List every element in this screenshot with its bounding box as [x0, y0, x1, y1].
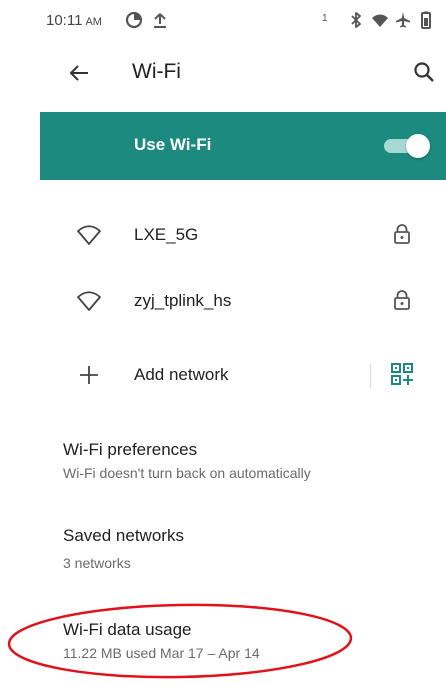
row-divider	[370, 364, 371, 388]
notification-count-badge: 1	[322, 13, 328, 24]
network-item[interactable]: LXE_5G	[40, 202, 446, 268]
data-saver-icon	[125, 11, 143, 29]
plus-icon	[80, 366, 98, 384]
pref-title: Saved networks	[63, 526, 184, 545]
wifi-settings-screen: 10:11 AM 1 Wi-Fi Use Wi-Fi LXE_5G zyj_tp…	[0, 0, 446, 684]
pref-summary: Wi-Fi doesn't turn back on automatically	[63, 465, 311, 481]
back-arrow-icon[interactable]	[62, 56, 96, 90]
status-ampm: AM	[85, 16, 102, 28]
airplane-icon	[396, 12, 410, 28]
wifi-preferences-item[interactable]: Wi-Fi preferences Wi-Fi doesn't turn bac…	[40, 420, 446, 500]
use-wifi-toggle[interactable]	[384, 134, 432, 158]
lock-icon	[394, 290, 410, 310]
wifi-data-usage-item[interactable]: Wi-Fi data usage 11.22 MB used Mar 17 – …	[40, 598, 446, 678]
search-icon[interactable]	[408, 56, 442, 90]
upload-icon	[154, 13, 166, 28]
saved-networks-item[interactable]: Saved networks 3 networks	[40, 508, 446, 588]
bluetooth-icon	[351, 12, 361, 28]
wifi-signal-icon	[372, 14, 388, 27]
lock-icon	[394, 224, 410, 244]
toggle-thumb	[406, 134, 430, 158]
pref-summary: 3 networks	[63, 555, 131, 571]
add-network-row[interactable]: Add network	[40, 342, 446, 408]
wifi-signal-icon	[77, 225, 101, 245]
page-title: Wi-Fi	[132, 60, 181, 83]
pref-title: Wi-Fi preferences	[63, 440, 198, 459]
app-bar: Wi-Fi	[0, 44, 446, 102]
network-item[interactable]: zyj_tplink_hs	[40, 268, 446, 334]
wifi-signal-icon	[77, 291, 101, 311]
add-network-label: Add network	[134, 365, 229, 384]
pref-title: Wi-Fi data usage	[63, 620, 192, 639]
network-name: zyj_tplink_hs	[134, 291, 232, 310]
status-time: 10:11	[46, 12, 83, 29]
use-wifi-label: Use Wi-Fi	[134, 135, 212, 154]
qr-code-scan-icon[interactable]	[390, 362, 414, 386]
use-wifi-switch-bar[interactable]: Use Wi-Fi	[40, 112, 446, 180]
network-name: LXE_5G	[134, 225, 199, 244]
pref-summary: 11.22 MB used Mar 17 – Apr 14	[63, 645, 260, 661]
battery-icon	[421, 11, 431, 29]
status-bar: 10:11 AM 1	[0, 0, 446, 44]
status-clock: 10:11 AM	[46, 12, 102, 29]
